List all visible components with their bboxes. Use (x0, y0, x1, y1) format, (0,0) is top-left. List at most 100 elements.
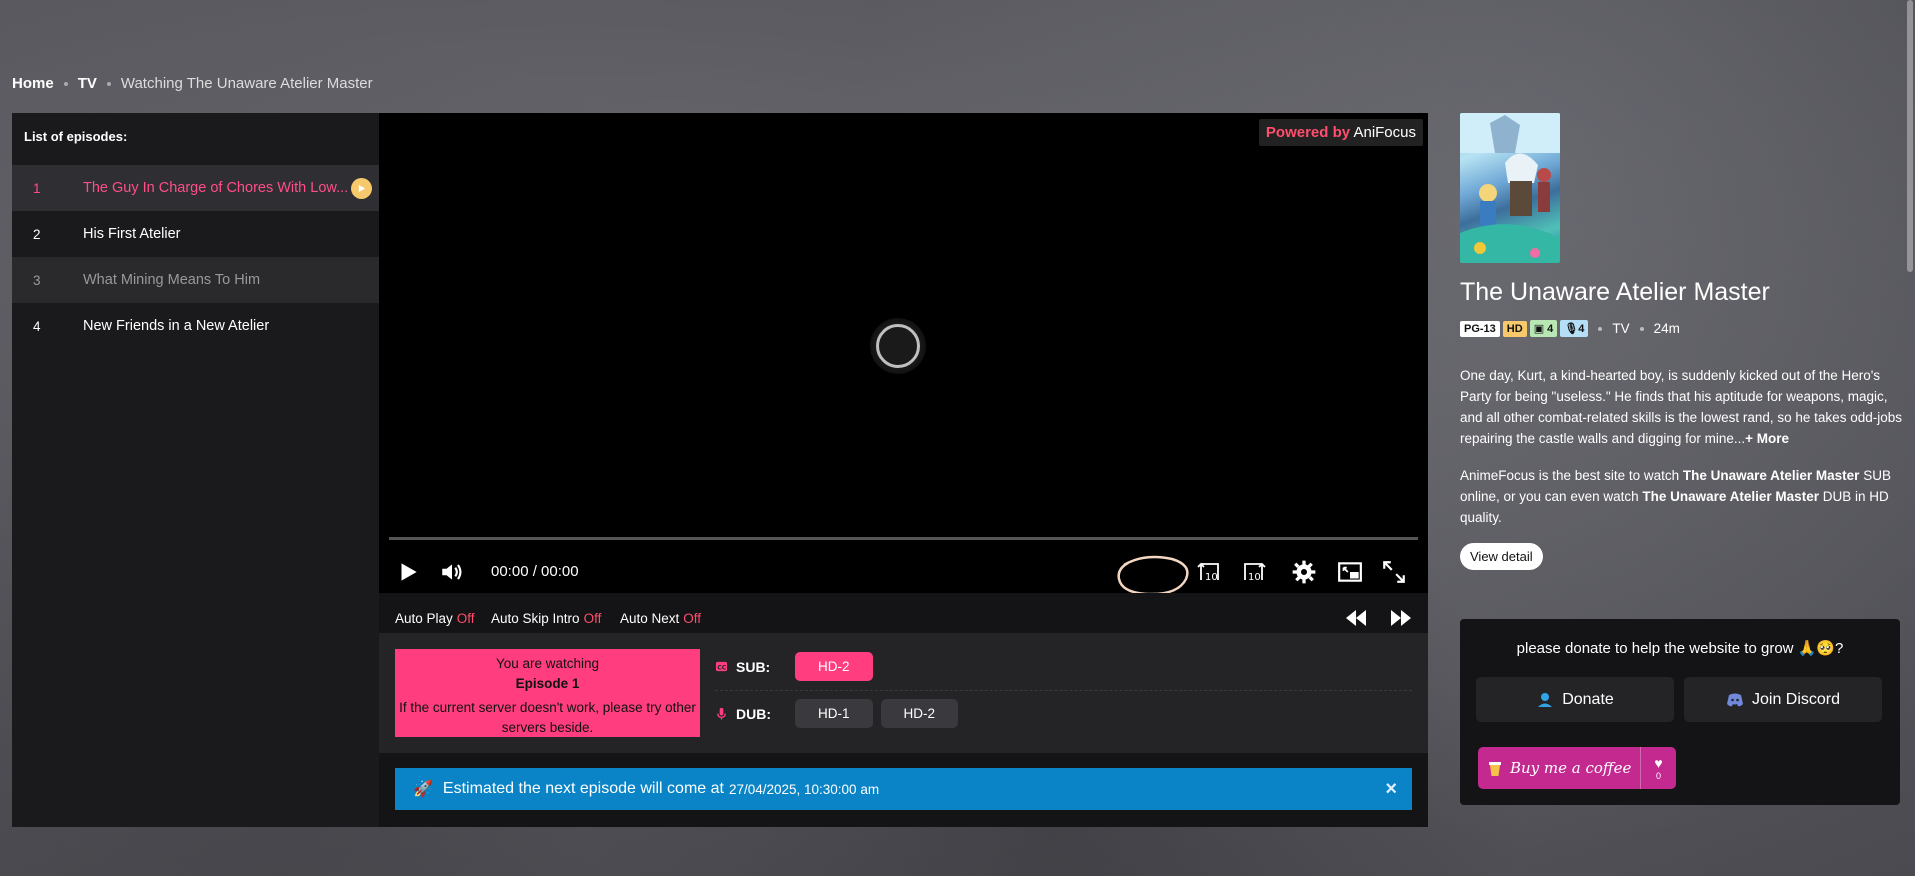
rewind-label: 10 (1205, 572, 1218, 583)
auto-skip-intro-toggle[interactable]: Auto Skip Intro Off (491, 611, 601, 626)
donate-panel: please donate to help the website to gro… (1460, 619, 1900, 805)
sub-label: SUB: (736, 658, 771, 675)
time-display: 00:00 / 00:00 (491, 563, 579, 580)
microphone-icon (717, 707, 726, 720)
anime-meta: PG-13 HD ▣ 4 🎙4 TV 24m (1460, 320, 1680, 337)
episode-list-header: List of episodes: (24, 129, 128, 144)
episode-item-3[interactable]: 3 What Mining Means To Him (12, 257, 379, 303)
breadcrumb-current: Watching The Unaware Atelier Master (120, 75, 373, 92)
episode-item-1[interactable]: 1 The Guy In Charge of Chores With Low..… (12, 165, 379, 211)
dub-label: DUB: (736, 705, 771, 722)
episode-number: 2 (33, 226, 41, 242)
fullscreen-icon[interactable] (1379, 557, 1409, 587)
picture-in-picture-icon[interactable] (1335, 557, 1365, 587)
page-scrollbar[interactable] (1907, 0, 1913, 272)
meta-separator (1598, 326, 1603, 331)
auto-next-label: Auto Next (620, 611, 680, 626)
breadcrumb: Home TV Watching The Unaware Atelier Mas… (12, 75, 373, 92)
progress-bar[interactable] (389, 537, 1418, 540)
donate-label: Donate (1562, 690, 1614, 708)
heart-icon: ♥ (1654, 755, 1663, 771)
server-divider (715, 690, 1412, 691)
join-discord-button[interactable]: Join Discord (1684, 677, 1882, 722)
sub-server-row: CC SUB: HD-2 (715, 652, 881, 681)
anime-description: One day, Kurt, a kind-hearted boy, is su… (1460, 365, 1905, 449)
cc-icon: CC (715, 661, 728, 671)
more-link[interactable]: + More (1745, 431, 1789, 446)
watching-line: You are watching (495, 656, 600, 671)
next-episode-banner: 🚀 Estimated the next episode will come a… (395, 768, 1412, 810)
server-panel: You are watching Episode 1 If the curren… (379, 633, 1428, 753)
breadcrumb-tv[interactable]: TV (78, 75, 97, 92)
watching-episode: Episode 1 (515, 676, 580, 691)
svg-text:CC: CC (717, 664, 726, 671)
microphone-icon: 🎙 (1564, 323, 1579, 335)
forward-10-icon[interactable]: 10 (1239, 557, 1269, 587)
rocket-icon: 🚀 (413, 781, 433, 798)
episode-item-2[interactable]: 2 His First Atelier (12, 211, 379, 257)
episode-item-4[interactable]: 4 New Friends in a New Atelier (12, 303, 379, 349)
auto-next-value: Off (683, 611, 702, 626)
site-text-1: AnimeFocus is the best site to watch (1460, 468, 1680, 483)
anime-title: The Unaware Atelier Master (1460, 278, 1770, 306)
sub-server-hd-2-button[interactable]: HD-2 (795, 652, 873, 681)
previous-episode-icon[interactable] (1344, 608, 1368, 628)
settings-gear-icon[interactable] (1289, 557, 1319, 587)
coffee-label: Buy me a coffee (1510, 759, 1632, 777)
coffee-like[interactable]: ♥ 0 (1640, 747, 1676, 789)
forward-label: 10 (1248, 572, 1261, 583)
donate-button[interactable]: Donate (1476, 677, 1674, 722)
view-detail-button[interactable]: View detail (1460, 543, 1543, 570)
next-episode-text: Estimated the next episode will come at (442, 780, 724, 797)
volume-icon[interactable] (437, 557, 467, 587)
discord-label: Join Discord (1751, 690, 1841, 708)
next-episode-section: 🚀 Estimated the next episode will come a… (379, 753, 1428, 827)
anime-type: TV (1612, 321, 1630, 336)
dub-server-hd-1-button[interactable]: HD-1 (795, 699, 873, 728)
video-player[interactable]: Powered by AniFocus 00:00 / 00:00 10 10 (379, 113, 1428, 596)
powered-by-brand: AniFocus (1353, 124, 1416, 141)
dub-server-hd-2-button[interactable]: HD-2 (880, 699, 959, 728)
auto-next-toggle[interactable]: Auto Next Off (620, 611, 701, 626)
site-bold-2: The Unaware Atelier Master (1642, 489, 1819, 504)
now-watching-notice: You are watching Episode 1 If the curren… (395, 649, 700, 737)
site-bold-1: The Unaware Atelier Master (1682, 468, 1860, 483)
episode-number: 1 (33, 180, 41, 196)
auto-play-toggle[interactable]: Auto Play Off (395, 611, 475, 626)
play-icon[interactable] (393, 557, 423, 587)
episode-title: What Mining Means To Him (83, 272, 261, 288)
sub-label-group: CC SUB: (715, 659, 795, 675)
auto-play-value: Off (456, 611, 475, 626)
donate-message: please donate to help the website to gro… (1516, 640, 1844, 657)
auto-skip-value: Off (583, 611, 602, 626)
auto-play-label: Auto Play (395, 611, 453, 626)
anime-poster[interactable] (1460, 113, 1560, 263)
dub-server-row: DUB: HD-1 HD-2 (715, 699, 966, 728)
donor-icon (1538, 692, 1553, 707)
breadcrumb-home[interactable]: Home (12, 75, 54, 92)
cc-icon: ▣ (1533, 323, 1548, 335)
watching-hint: If the current server doesn't work, plea… (399, 700, 696, 735)
discord-icon (1726, 693, 1743, 706)
powered-by-badge: Powered by AniFocus (1258, 119, 1423, 146)
drawn-circle-annotation (1117, 555, 1189, 596)
close-icon[interactable]: × (1385, 779, 1397, 799)
episode-number: 4 (33, 318, 41, 334)
episode-list: List of episodes: 1 The Guy In Charge of… (12, 113, 379, 827)
rewind-10-icon[interactable]: 10 (1194, 557, 1224, 587)
powered-by-prefix: Powered by (1265, 124, 1351, 141)
dub-count-badge: 🎙4 (1560, 320, 1589, 337)
episode-number: 3 (33, 272, 41, 288)
buy-me-a-coffee-button[interactable]: Buy me a coffee ♥ 0 (1478, 747, 1676, 789)
player-controls: 00:00 / 00:00 10 10 (379, 553, 1428, 596)
dub-label-group: DUB: (715, 706, 795, 722)
coffee-cup-icon (1489, 762, 1501, 776)
episode-title: New Friends in a New Atelier (83, 318, 270, 334)
breadcrumb-separator (63, 81, 68, 86)
next-episode-icon[interactable] (1389, 608, 1413, 628)
anime-duration: 24m (1653, 321, 1680, 336)
dub-count: 4 (1578, 323, 1585, 335)
sub-count-badge: ▣ 4 (1529, 320, 1558, 337)
poster-art (1460, 113, 1560, 263)
breadcrumb-separator (106, 81, 111, 86)
